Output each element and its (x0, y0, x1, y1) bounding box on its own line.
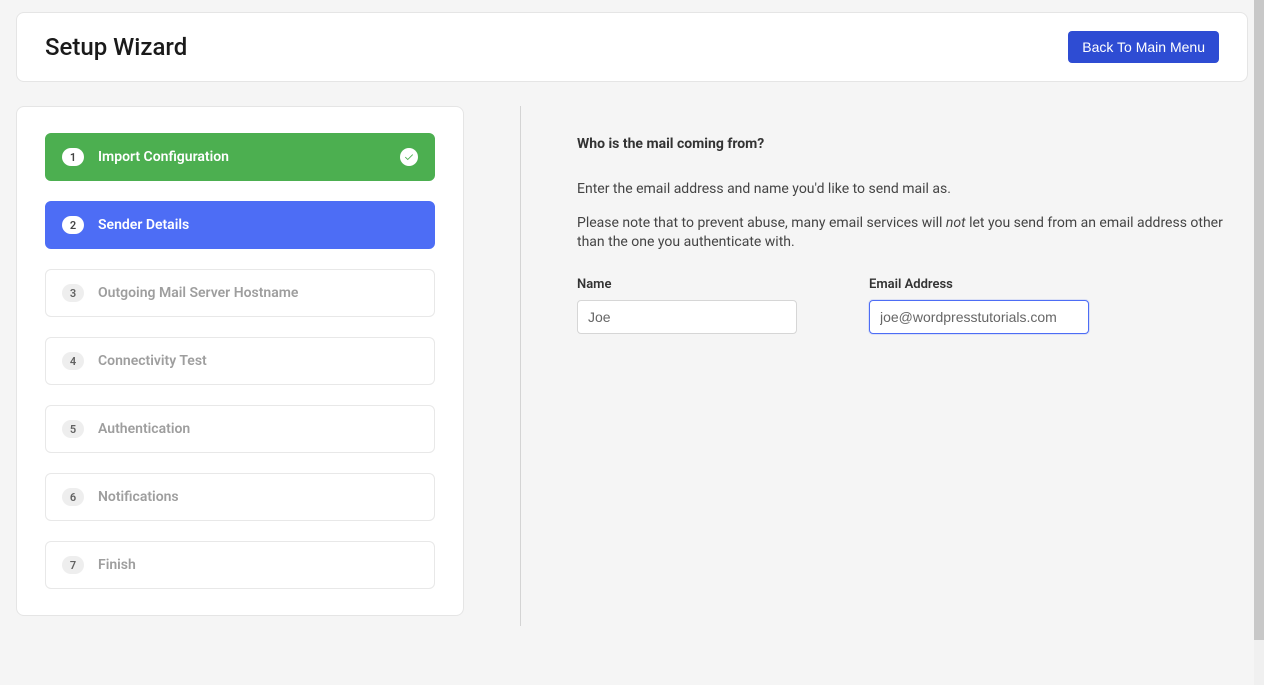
back-to-main-menu-button[interactable]: Back To Main Menu (1068, 31, 1219, 63)
step-label: Finish (98, 557, 136, 573)
step-label: Outgoing Mail Server Hostname (98, 285, 298, 301)
step-import-configuration[interactable]: 1 Import Configuration (45, 133, 435, 181)
wizard-steps-sidebar: 1 Import Configuration 2 Sender Details … (16, 106, 464, 616)
step-connectivity-test[interactable]: 4 Connectivity Test (45, 337, 435, 385)
name-input[interactable] (577, 300, 797, 334)
email-address-label: Email Address (869, 277, 1089, 292)
note-prefix: Please note that to prevent abuse, many … (577, 215, 946, 231)
step-authentication[interactable]: 5 Authentication (45, 405, 435, 453)
content-heading: Who is the mail coming from? (577, 136, 1248, 152)
content-intro: Enter the email address and name you'd l… (577, 180, 1248, 200)
step-label: Authentication (98, 421, 190, 437)
scrollbar-thumb[interactable] (1254, 0, 1264, 640)
vertical-scrollbar[interactable] (1254, 0, 1264, 685)
step-number-badge: 6 (62, 488, 84, 506)
step-label: Import Configuration (98, 149, 229, 165)
note-em: not (946, 215, 966, 231)
step-finish[interactable]: 7 Finish (45, 541, 435, 589)
step-label: Notifications (98, 489, 179, 505)
step-number-badge: 5 (62, 420, 84, 438)
content-note: Please note that to prevent abuse, many … (577, 214, 1248, 253)
header-card: Setup Wizard Back To Main Menu (16, 12, 1248, 82)
step-number-badge: 3 (62, 284, 84, 302)
page-title: Setup Wizard (45, 33, 187, 61)
step-number-badge: 2 (62, 216, 84, 234)
step-sender-details[interactable]: 2 Sender Details (45, 201, 435, 249)
email-address-input[interactable] (869, 300, 1089, 334)
check-circle-icon (400, 148, 418, 166)
step-number-badge: 4 (62, 352, 84, 370)
name-label: Name (577, 277, 797, 292)
wizard-content: Who is the mail coming from? Enter the e… (520, 106, 1248, 626)
step-label: Sender Details (98, 217, 189, 233)
step-notifications[interactable]: 6 Notifications (45, 473, 435, 521)
step-number-badge: 7 (62, 556, 84, 574)
step-number-badge: 1 (62, 148, 84, 166)
step-outgoing-mail-server-hostname[interactable]: 3 Outgoing Mail Server Hostname (45, 269, 435, 317)
step-label: Connectivity Test (98, 353, 207, 369)
